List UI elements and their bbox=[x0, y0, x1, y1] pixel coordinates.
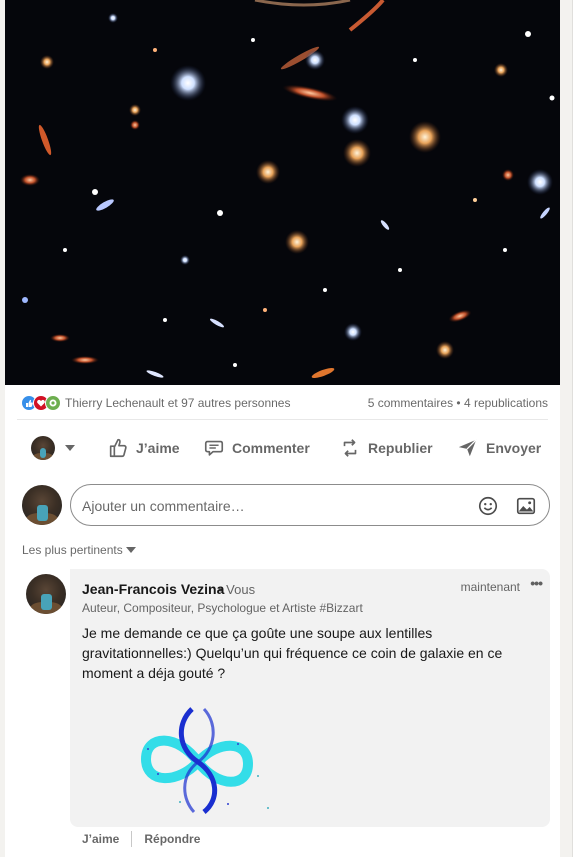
you-badge: • Vous bbox=[218, 582, 256, 597]
comment-bubble: Jean-Francois Vezina • Vous maintenant •… bbox=[70, 569, 550, 827]
comment-like-button[interactable]: J’aime bbox=[82, 832, 119, 846]
repost-label: Republier bbox=[368, 440, 433, 456]
like-button[interactable]: J’aime bbox=[107, 428, 180, 468]
actor-switch-button[interactable] bbox=[31, 428, 75, 468]
reactors-text[interactable]: Thierry Lechenault et 97 autres personne… bbox=[65, 396, 290, 410]
social-counts-row: Thierry Lechenault et 97 autres personne… bbox=[17, 393, 548, 413]
comment-input[interactable]: Ajouter un commentaire… bbox=[70, 484, 550, 526]
photo-icon[interactable] bbox=[515, 495, 537, 517]
comment-text: Je me demande ce que ça goûte une soupe … bbox=[82, 625, 503, 681]
avatar[interactable] bbox=[22, 485, 62, 525]
like-label: J’aime bbox=[136, 440, 180, 456]
comment-label: Commenter bbox=[232, 440, 310, 456]
divider bbox=[17, 419, 548, 420]
post-actions-bar: J’aime Commenter Republier Envoyer bbox=[17, 428, 548, 468]
comments-reposts-count[interactable]: 5 commentaires • 4 republications bbox=[368, 396, 548, 410]
comment-button[interactable]: Commenter bbox=[203, 428, 310, 468]
comment-author[interactable]: Jean-Francois Vezina bbox=[82, 581, 224, 597]
author-headline: Auteur, Compositeur, Psychologue et Arti… bbox=[82, 601, 363, 615]
comment-timestamp: maintenant bbox=[460, 580, 520, 594]
comment-composer: Ajouter un commentaire… bbox=[22, 484, 550, 526]
repost-button[interactable]: Republier bbox=[339, 428, 433, 468]
right-panel-edge bbox=[572, 0, 585, 857]
repost-icon bbox=[343, 439, 357, 457]
comment-actions: J’aime Répondre bbox=[82, 831, 200, 847]
infinity-image[interactable] bbox=[118, 704, 278, 814]
comment-icon bbox=[204, 440, 224, 456]
more-options-icon[interactable]: ••• bbox=[530, 575, 543, 591]
avatar bbox=[31, 436, 55, 460]
thumbs-up-icon bbox=[109, 438, 127, 458]
comment-item: Jean-Francois Vezina • Vous maintenant •… bbox=[22, 569, 550, 857]
post-card: Thierry Lechenault et 97 autres personne… bbox=[5, 0, 560, 857]
comment-input-placeholder: Ajouter un commentaire… bbox=[82, 498, 245, 514]
caret-down-icon bbox=[125, 547, 136, 553]
send-label: Envoyer bbox=[486, 440, 542, 456]
support-reaction-icon bbox=[45, 395, 61, 411]
sort-label: Les plus pertinents bbox=[22, 543, 123, 557]
send-icon bbox=[458, 439, 477, 457]
caret-down-icon bbox=[65, 445, 75, 451]
comment-reply-button[interactable]: Répondre bbox=[144, 832, 200, 846]
send-button[interactable]: Envoyer bbox=[457, 428, 541, 468]
reaction-icons[interactable] bbox=[21, 395, 67, 411]
post-image[interactable] bbox=[5, 0, 560, 385]
comment-sort-dropdown[interactable]: Les plus pertinents bbox=[22, 543, 136, 557]
emoji-icon[interactable] bbox=[477, 495, 499, 517]
divider bbox=[131, 831, 133, 847]
avatar[interactable] bbox=[26, 574, 66, 614]
